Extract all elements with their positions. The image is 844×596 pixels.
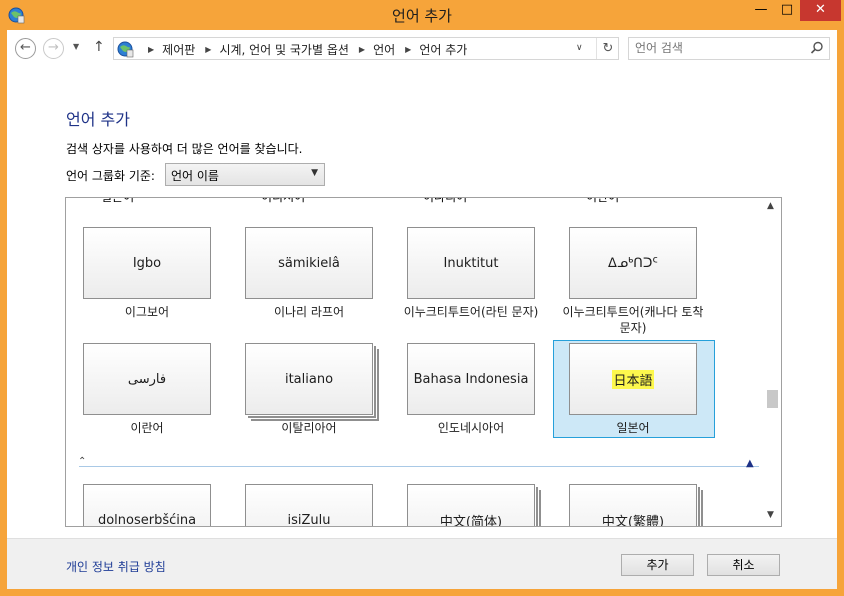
language-tile-lower-sorbian[interactable]: dolnoserbšćina bbox=[83, 484, 211, 527]
address-bar[interactable]: ▶ 제어판 ▶ 시계, 언어 및 국가별 옵션 ▶ 언어 ▶ 언어 추가 ∨ ↻ bbox=[113, 37, 619, 60]
page-title: 언어 추가 bbox=[66, 110, 130, 129]
window-client: ← → ▼ ↑ ▶ 제어판 ▶ 시계, 언어 및 국가별 옵션 ▶ 언어 ▶ 언… bbox=[7, 30, 837, 589]
language-tile-persian[interactable]: فارسی bbox=[83, 343, 211, 415]
search-box[interactable] bbox=[628, 37, 830, 60]
up-button[interactable]: ↑ bbox=[93, 39, 105, 55]
vertical-scrollbar[interactable]: ▲ ▼ bbox=[763, 198, 781, 526]
language-native-name: فارسی bbox=[127, 371, 167, 387]
scroll-down-button[interactable]: ▼ bbox=[767, 510, 774, 520]
chevron-right-icon[interactable]: ▶ bbox=[359, 45, 365, 54]
language-tile-zulu[interactable]: isiZulu bbox=[245, 484, 373, 527]
language-native-name: Inuktitut bbox=[443, 255, 499, 271]
region-globe-icon bbox=[117, 41, 134, 58]
language-name[interactable]: 일본어 bbox=[558, 420, 708, 436]
language-tile-italian[interactable]: italiano bbox=[245, 343, 373, 415]
scroll-up-button[interactable]: ▲ bbox=[767, 201, 774, 211]
language-name[interactable]: 이나리 라프어 bbox=[234, 304, 384, 320]
language-name[interactable]: 이누크티투트어(캐나다 토착 문자) bbox=[558, 304, 708, 336]
group-collapse-icon[interactable]: ▲ bbox=[746, 458, 754, 469]
language-native-name: 中文(简体) bbox=[439, 514, 503, 527]
cut-off-label: 이나리어 bbox=[423, 197, 468, 204]
title-bar: 언어 추가 — □ ✕ bbox=[0, 0, 844, 30]
language-tile-indonesian[interactable]: Bahasa Indonesia bbox=[407, 343, 535, 415]
language-name[interactable]: 이탈리아어 bbox=[234, 420, 384, 436]
breadcrumb-add-language[interactable]: 언어 추가 bbox=[419, 41, 467, 58]
language-name[interactable]: 이그보어 bbox=[72, 304, 222, 320]
language-native-name: 日本語 bbox=[612, 369, 654, 389]
cut-off-label: 이란어 bbox=[586, 197, 620, 204]
window-title: 언어 추가 bbox=[392, 7, 452, 25]
maximize-button[interactable]: □ bbox=[774, 0, 800, 21]
language-tile-inari-sami[interactable]: sämikielâ bbox=[245, 227, 373, 299]
language-name[interactable]: 이란어 bbox=[72, 420, 222, 436]
add-button[interactable]: 추가 bbox=[621, 551, 696, 579]
page-description: 검색 상자를 사용하여 더 많은 언어를 찾습니다. bbox=[66, 142, 303, 156]
chevron-right-icon[interactable]: ▶ bbox=[148, 45, 154, 54]
group-divider bbox=[79, 466, 759, 467]
refresh-button[interactable]: ↻ bbox=[596, 38, 619, 59]
language-native-name: Igbo bbox=[132, 255, 162, 271]
search-input[interactable] bbox=[635, 41, 805, 55]
language-name[interactable]: 인도네시아어 bbox=[396, 420, 546, 436]
language-native-name: sämikielâ bbox=[278, 255, 340, 271]
language-tile-japanese[interactable]: 日本語 bbox=[569, 343, 697, 415]
cut-off-label: 이디시어 bbox=[261, 197, 306, 204]
group-by-value: 언어 이름 bbox=[171, 169, 219, 183]
add-button-label: 추가 bbox=[646, 558, 669, 572]
footer-bar: 개인 정보 취급 방침 추가 취소 bbox=[7, 538, 837, 589]
chevron-right-icon[interactable]: ▶ bbox=[405, 45, 411, 54]
group-by-label: 언어 그룹화 기준: bbox=[66, 169, 155, 183]
back-button[interactable]: ← bbox=[15, 38, 36, 59]
language-name[interactable]: 이누크티투트어(라틴 문자) bbox=[396, 304, 546, 320]
recent-locations-button[interactable]: ▼ bbox=[73, 42, 79, 51]
breadcrumb-language[interactable]: 언어 bbox=[373, 41, 395, 58]
language-tile-igbo[interactable]: Igbo bbox=[83, 227, 211, 299]
chevron-right-icon[interactable]: ▶ bbox=[205, 45, 211, 54]
breadcrumb-clock-region[interactable]: 시계, 언어 및 국가별 옵션 bbox=[219, 41, 348, 58]
breadcrumb: ▶ 제어판 ▶ 시계, 언어 및 국가별 옵션 ▶ 언어 ▶ 언어 추가 bbox=[138, 41, 467, 58]
forward-button[interactable]: → bbox=[43, 38, 64, 59]
language-tile-chinese-traditional[interactable]: 中文(繁體) bbox=[569, 484, 697, 527]
language-native-name: 中文(繁體) bbox=[601, 514, 665, 527]
minimize-button[interactable]: — bbox=[748, 0, 774, 21]
cancel-button[interactable]: 취소 bbox=[707, 554, 780, 576]
close-button[interactable]: ✕ bbox=[800, 0, 841, 21]
language-name-line: 문자) bbox=[619, 321, 647, 335]
breadcrumb-control-panel[interactable]: 제어판 bbox=[162, 41, 195, 58]
language-list[interactable]: 일본어 이디시어 이나리어 이란어 Igbo 이그보어 sämikielâ 이나… bbox=[65, 197, 782, 527]
chevron-down-icon: ▼ bbox=[311, 168, 318, 178]
language-native-name: italiano bbox=[284, 371, 334, 387]
scroll-thumb[interactable] bbox=[767, 390, 778, 408]
language-native-name: dolnoserbšćina bbox=[97, 512, 197, 527]
language-native-name: ᐃᓄᒃᑎᑐᑦ bbox=[608, 255, 658, 271]
language-tile-inuktitut-latin[interactable]: Inuktitut bbox=[407, 227, 535, 299]
address-dropdown-button[interactable]: ∨ bbox=[576, 43, 583, 53]
language-name-line: 이누크티투트어(캐나다 토착 bbox=[562, 305, 704, 319]
privacy-policy-link[interactable]: 개인 정보 취급 방침 bbox=[66, 558, 166, 575]
group-by-select[interactable]: 언어 이름 ▼ bbox=[165, 163, 325, 186]
language-tile-chinese-simplified[interactable]: 中文(简体) bbox=[407, 484, 535, 527]
cut-off-label: 일본어 bbox=[101, 197, 135, 204]
search-icon[interactable] bbox=[809, 40, 825, 56]
language-native-name: isiZulu bbox=[287, 512, 331, 527]
language-native-name: Bahasa Indonesia bbox=[413, 371, 529, 387]
language-tile-inuktitut-syllabics[interactable]: ᐃᓄᒃᑎᑐᑦ bbox=[569, 227, 697, 299]
